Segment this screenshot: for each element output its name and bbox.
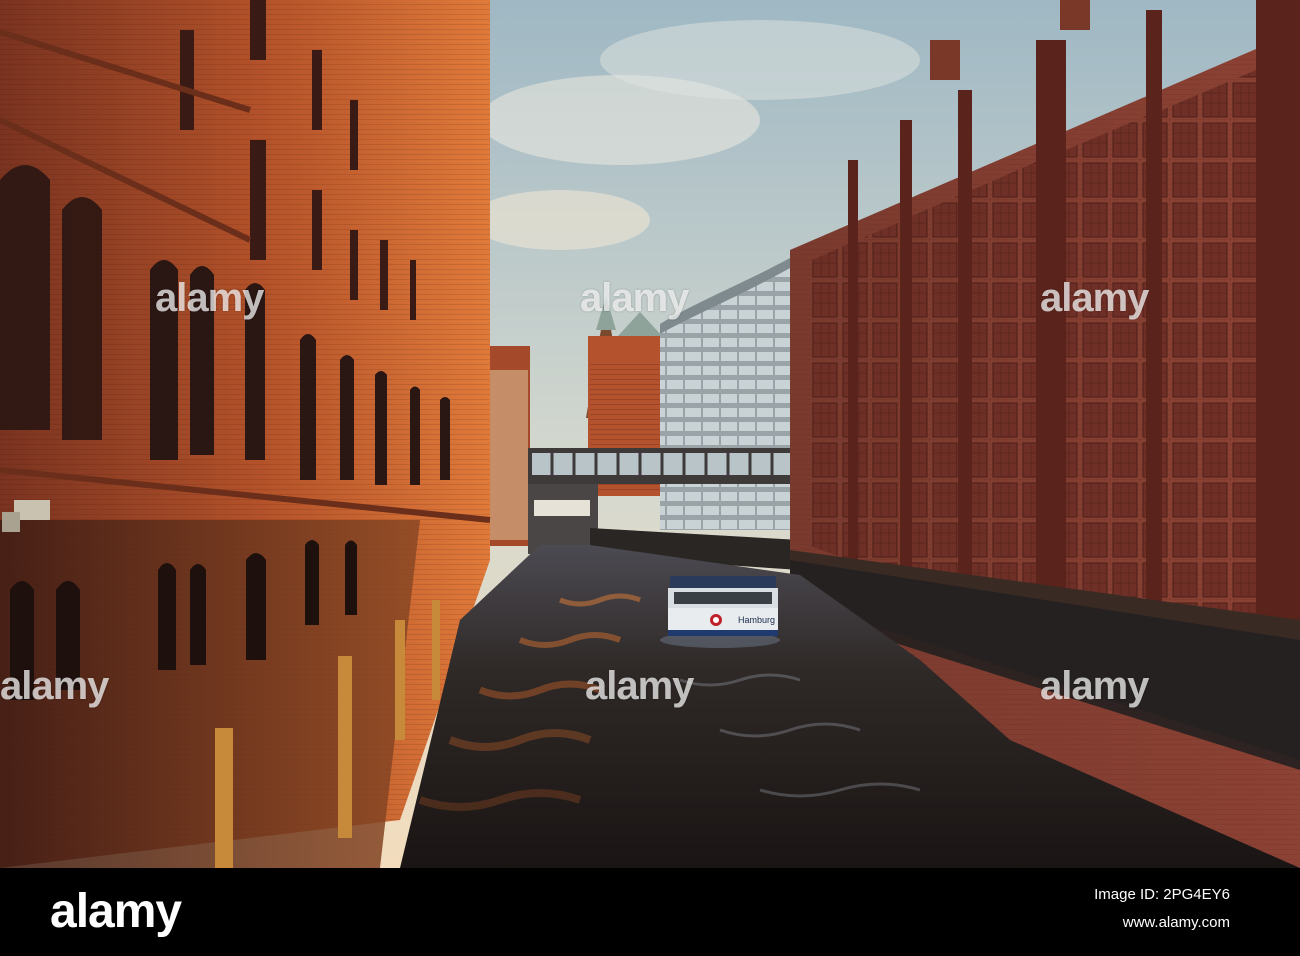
watermark-left: alamy (0, 664, 109, 708)
watermark-mid-right: alamy (1040, 276, 1149, 320)
watermark-right: alamy (1040, 664, 1149, 708)
watermark-top: alamy (580, 276, 689, 320)
image-id-text: Image ID: 2PG4EY6 (1094, 886, 1230, 903)
boat-label: Hamburg (738, 615, 775, 625)
boat: Hamburg (660, 576, 780, 648)
watermark-center: alamy (585, 664, 694, 708)
footer-bar (0, 868, 1300, 956)
website-text: www.alamy.com (1122, 914, 1230, 931)
watermark-mid-left: alamy (155, 276, 264, 320)
photo-scene: Hamburg (0, 0, 1300, 868)
brand-logo: alamy (50, 885, 182, 938)
canal-scene-illustration: Hamburg (0, 0, 1300, 868)
